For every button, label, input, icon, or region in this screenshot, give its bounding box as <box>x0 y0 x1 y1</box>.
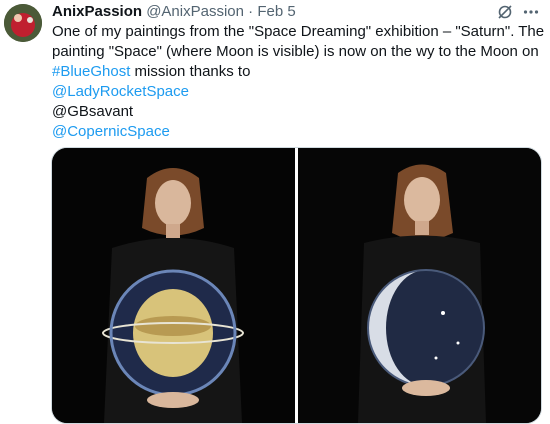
grok-icon[interactable] <box>496 3 514 21</box>
separator-dot: · <box>248 3 254 20</box>
avatar[interactable] <box>4 4 42 42</box>
media-grid <box>51 147 542 424</box>
header-actions <box>496 2 540 22</box>
tweet-text-line: painting "Space" (where Moon is visible)… <box>52 43 539 60</box>
tweet-text: One of my paintings from the "Space Drea… <box>52 22 545 142</box>
photo-moon-painting[interactable] <box>298 148 541 423</box>
tweet-text-line: #BlueGhost mission thanks to <box>52 62 542 82</box>
photo-saturn-painting[interactable] <box>52 148 295 423</box>
hashtag-link[interactable]: #BlueGhost <box>52 63 130 80</box>
tweet-text-line: One of my paintings from the "Space Drea… <box>52 23 545 40</box>
tweet-header: AnixPassion @AnixPassion · Feb 5 <box>52 2 540 22</box>
tweet-date[interactable]: Feb 5 <box>257 3 295 20</box>
tweet[interactable]: AnixPassion @AnixPassion · Feb 5 One of … <box>0 0 550 424</box>
tweet-text-fragment: mission thanks to <box>130 63 251 80</box>
mention-link[interactable]: @LadyRocketSpace <box>52 82 542 102</box>
author-name[interactable]: AnixPassion <box>52 3 142 20</box>
author-handle[interactable]: @AnixPassion <box>146 3 244 20</box>
more-icon[interactable] <box>522 3 540 21</box>
tweet-text-line: @GBsavant <box>52 103 134 120</box>
mention-link[interactable]: @CopernicSpace <box>52 122 542 142</box>
